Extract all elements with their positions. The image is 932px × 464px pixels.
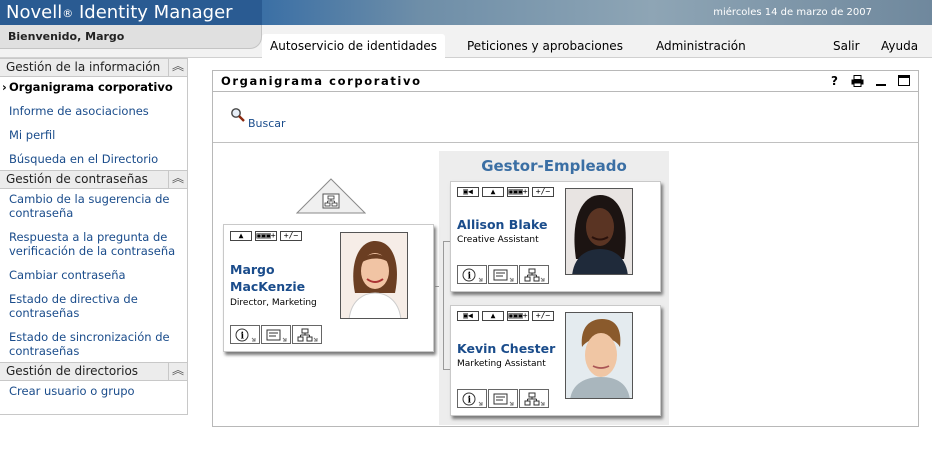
info-button[interactable]: i — [457, 265, 487, 284]
connector-line — [435, 286, 439, 287]
connector-line — [443, 241, 450, 242]
employee-card: ▣◀ ▲ ▣▣▣+ +/− Allison Blake Creative Ass… — [450, 181, 661, 292]
move-up-button[interactable]: ▲ — [230, 231, 252, 241]
logout-link[interactable]: Salir — [833, 34, 860, 58]
svg-text:i: i — [241, 332, 245, 342]
move-to-button[interactable]: ▣◀ — [457, 187, 479, 197]
section-title: Gestión de la información — [6, 60, 161, 74]
tab-administracion[interactable]: Administración — [656, 34, 746, 58]
section-title: Gestión de contraseñas — [6, 172, 148, 186]
org-up-icon[interactable] — [296, 178, 366, 214]
brand-name: Novell — [6, 2, 63, 23]
sidebar: Gestión de la información ︽ Organigrama … — [0, 58, 188, 415]
sidebar-item-estado-directiva[interactable]: Estado de directiva de contraseñas — [9, 292, 159, 320]
collapse-icon[interactable]: ︽ — [168, 170, 187, 189]
help-link[interactable]: Ayuda — [881, 34, 918, 58]
person-photo — [565, 188, 633, 275]
email-button[interactable] — [488, 265, 518, 284]
collapse-icon[interactable]: ︽ — [168, 362, 187, 381]
connector-line — [443, 369, 450, 370]
welcome-message: Bienvenido, Margo — [0, 25, 262, 49]
move-up-button[interactable]: ▲ — [482, 311, 504, 321]
sidebar-item-organigrama[interactable]: Organigrama corporativo — [9, 80, 187, 94]
brand-registered-mark: ® — [62, 7, 74, 20]
section-title: Gestión de directorios — [6, 364, 139, 378]
search-link[interactable]: Buscar — [248, 117, 286, 130]
print-icon[interactable] — [851, 71, 864, 91]
app-logo: Novell® Identity Manager — [0, 0, 262, 25]
sidebar-item-mi-perfil[interactable]: Mi perfil — [9, 128, 187, 142]
sidebar-section-directorios[interactable]: Gestión de directorios ︽ — [0, 362, 187, 381]
info-button[interactable]: i — [457, 389, 487, 408]
employee-card: ▣◀ ▲ ▣▣▣+ +/− Kevin Chester Marketing As… — [450, 305, 661, 416]
help-icon[interactable]: ? — [831, 71, 838, 91]
person-name[interactable]: Kevin Chester — [457, 340, 555, 357]
person-title: Marketing Assistant — [457, 359, 546, 369]
person-name[interactable]: Margo — [230, 261, 305, 278]
product-name: Identity Manager — [78, 2, 233, 23]
person-photo — [565, 312, 633, 399]
sidebar-item-cambio-sugerencia[interactable]: Cambio de la sugerencia de contraseña — [9, 192, 179, 220]
manager-card: ▲ ▣▣▣+ +/− Margo MacKenzie Director, Mar… — [223, 224, 434, 352]
person-photo — [340, 232, 408, 319]
person-title: Director, Marketing — [230, 298, 317, 308]
tab-peticiones[interactable]: Peticiones y aprobaciones — [467, 34, 623, 58]
sidebar-section-passwords[interactable]: Gestión de contraseñas ︽ — [0, 170, 187, 189]
sidebar-item-busqueda-directorio[interactable]: Búsqueda en el Directorio — [9, 152, 187, 166]
org-hierarchy-button[interactable] — [292, 325, 322, 344]
person-title: Creative Assistant — [457, 235, 539, 245]
person-name[interactable]: MacKenzie — [230, 278, 305, 295]
svg-text:i: i — [468, 396, 472, 406]
email-button[interactable] — [261, 325, 291, 344]
portlet-title: Organigrama corporativo — [221, 74, 422, 88]
portlet-titlebar: Organigrama corporativo ? — [213, 71, 918, 92]
top-banner: Novell® Identity Manager miércoles 14 de… — [0, 0, 932, 25]
connector-line — [443, 241, 444, 369]
tab-autoservicio[interactable]: Autoservicio de identidades — [262, 34, 445, 58]
move-to-button[interactable]: ▣◀ — [457, 311, 479, 321]
expand-toggle-button[interactable]: +/− — [532, 187, 554, 197]
person-name[interactable]: Allison Blake — [457, 216, 548, 233]
org-chart: Gestor-Empleado ▲ ▣▣▣+ +/− Margo MacKenz… — [213, 144, 918, 426]
svg-text:i: i — [468, 272, 472, 282]
sidebar-item-informe-asociaciones[interactable]: Informe de asociaciones — [9, 104, 187, 118]
current-date: miércoles 14 de marzo de 2007 — [713, 7, 872, 18]
org-hierarchy-button[interactable] — [519, 389, 549, 408]
orgchart-portlet: Organigrama corporativo ? Buscar Gestor-… — [212, 70, 919, 427]
sidebar-section-info[interactable]: Gestión de la información ︽ — [0, 58, 187, 77]
expand-toggle-button[interactable]: +/− — [280, 231, 302, 241]
minimize-icon[interactable] — [876, 71, 886, 91]
expand-toggle-button[interactable]: +/− — [532, 311, 554, 321]
sidebar-item-crear-usuario[interactable]: Crear usuario o grupo — [9, 384, 187, 398]
add-relationship-button[interactable]: ▣▣▣+ — [507, 311, 529, 321]
portlet-toolbar: Buscar — [213, 92, 918, 143]
collapse-icon[interactable]: ︽ — [168, 58, 187, 77]
email-button[interactable] — [488, 389, 518, 408]
search-icon[interactable] — [230, 107, 246, 123]
maximize-icon[interactable] — [898, 71, 910, 91]
add-relationship-button[interactable]: ▣▣▣+ — [255, 231, 277, 241]
main-nav: Bienvenido, Margo Autoservicio de identi… — [0, 25, 932, 58]
add-relationship-button[interactable]: ▣▣▣+ — [507, 187, 529, 197]
move-up-button[interactable]: ▲ — [482, 187, 504, 197]
sidebar-item-estado-sincronizacion[interactable]: Estado de sincronización de contraseñas — [9, 330, 179, 358]
info-button[interactable]: i — [230, 325, 260, 344]
org-hierarchy-button[interactable] — [519, 265, 549, 284]
relationship-title: Gestor-Empleado — [481, 157, 627, 175]
sidebar-item-respuesta-pregunta[interactable]: Respuesta a la pregunta de verificación … — [9, 230, 185, 258]
sidebar-item-cambiar-contrasena[interactable]: Cambiar contraseña — [9, 268, 187, 282]
